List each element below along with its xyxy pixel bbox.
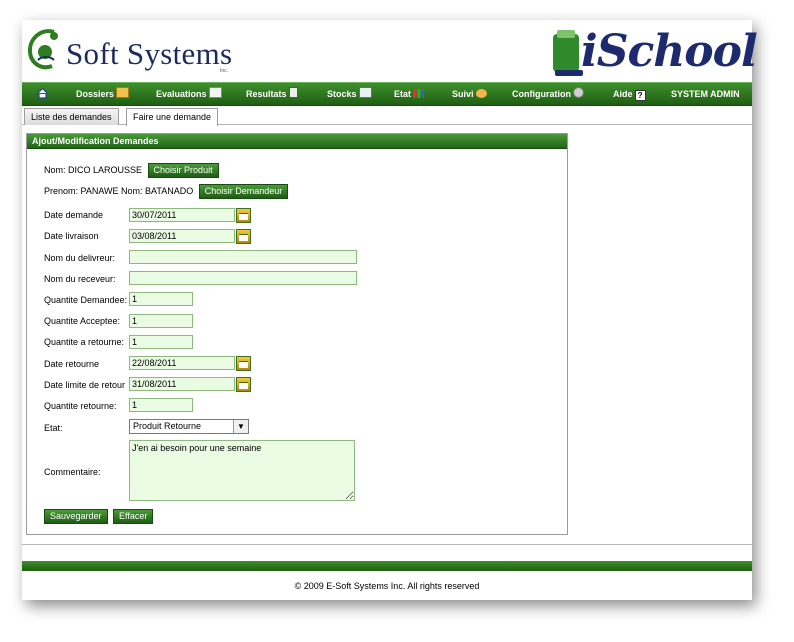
nav-dossiers[interactable]: Dossiers [76,83,130,105]
nav-system-admin[interactable]: SYSTEM ADMIN [671,83,740,105]
nav-stocks[interactable]: Stocks [327,83,372,105]
chart-icon [413,89,425,98]
help-icon: ? [634,90,646,101]
gear-icon [573,87,584,98]
nav-aide[interactable]: Aide? [613,83,646,105]
delivreur-input[interactable] [129,250,357,264]
content-divider [22,544,752,545]
folder-icon [116,87,130,98]
ischool-logo-text: iSchool [581,26,758,77]
envelope-icon [358,87,372,98]
date-retourne-input[interactable] [129,356,235,370]
nav-home[interactable] [36,83,49,105]
main-nav: Dossiers Evaluations Resultats Stocks Et… [22,82,752,106]
tab-bar: Liste des demandes Faire une demande [22,106,752,126]
ischool-logo: iSchool [547,24,758,80]
footer-bar [22,561,752,571]
date-retourne-calendar-icon[interactable] [236,356,251,371]
qte-a-retourne-input[interactable] [129,335,193,349]
date-livraison-calendar-icon[interactable] [236,229,251,244]
company-suffix: Inc. [220,68,229,74]
delivreur-label: Nom du delivreur: [44,253,116,263]
qte-demandee-input[interactable] [129,292,193,306]
header: Soft Systems Inc. iSchool [22,20,758,82]
qte-retourne-input[interactable] [129,398,193,412]
date-limite-input[interactable] [129,377,235,391]
prenom-row: Prenom: PANAWE Nom: BATANADO Choisir Dem… [44,184,289,199]
nav-resultats[interactable]: Resultats [246,83,298,105]
qte-demandee-label: Quantite Demandee: [44,295,128,305]
chevron-down-icon[interactable]: ▼ [233,420,248,433]
date-retourne-label: Date retourne [44,359,100,369]
save-button[interactable]: Sauvegarder [44,509,108,524]
qte-a-retourne-label: Quantite a retourne: [44,337,125,347]
prenom-text: Prenom: PANAWE Nom: BATANADO [44,186,194,196]
app-window: Soft Systems Inc. iSchool Dossiers Evalu… [22,20,758,600]
choisir-produit-button[interactable]: Choisir Produit [147,163,219,178]
qte-acceptee-label: Quantite Acceptee: [44,316,121,326]
soft-systems-logo-icon [27,29,58,70]
receveur-label: Nom du receveur: [44,274,116,284]
etat-label: Etat: [44,423,63,433]
date-demande-calendar-icon[interactable] [236,208,251,223]
users-icon [475,89,487,98]
copyright-text: © 2009 E-Soft Systems Inc. All rights re… [294,581,480,591]
date-livraison-label: Date livraison [44,231,99,241]
etat-selected-value: Produit Retourne [133,421,202,431]
nav-etat[interactable]: Etat [394,83,425,105]
company-name: Soft Systems [66,36,233,71]
nav-configuration[interactable]: Configuration [512,83,584,105]
commentaire-label: Commentaire: [44,467,101,477]
date-livraison-input[interactable] [129,229,235,243]
commentaire-textarea[interactable] [129,440,355,501]
date-demande-input[interactable] [129,208,235,222]
receveur-input[interactable] [129,271,357,285]
nom-row: Nom: DICO LAROUSSE Choisir Produit [44,163,219,178]
date-limite-label: Date limite de retour [44,380,126,390]
etat-select[interactable]: Produit Retourne ▼ [129,419,249,434]
nav-evaluations[interactable]: Evaluations [156,83,222,105]
nav-suivi[interactable]: Suivi [452,83,487,105]
date-demande-label: Date demande [44,210,104,220]
home-icon [36,87,49,99]
clear-button[interactable]: Effacer [113,509,154,524]
nom-text: Nom: DICO LAROUSSE [44,165,143,175]
qte-acceptee-input[interactable] [129,314,193,328]
date-limite-calendar-icon[interactable] [236,377,251,392]
pencil-icon [208,87,222,98]
tab-liste-des-demandes[interactable]: Liste des demandes [24,108,119,125]
report-icon [288,87,298,98]
panel-title: Ajout/Modification Demandes [27,134,567,149]
choisir-demandeur-button[interactable]: Choisir Demandeur [198,184,289,199]
qte-retourne-label: Quantite retourne: [44,401,117,411]
demande-form-panel: Ajout/Modification Demandes Nom: DICO LA… [26,133,568,535]
tab-faire-une-demande[interactable]: Faire une demande [126,108,219,126]
